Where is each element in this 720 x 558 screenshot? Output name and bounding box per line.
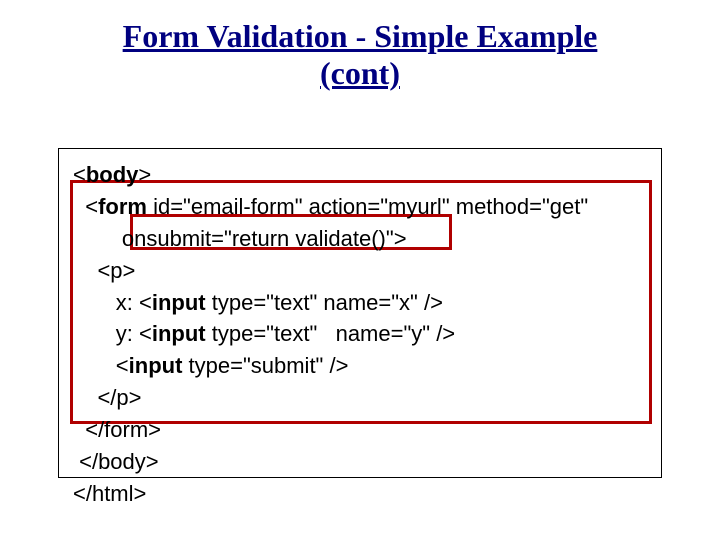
code-l9: </form>	[73, 417, 161, 442]
code-l1b: body	[86, 162, 139, 187]
slide-title: Form Validation - Simple Example (cont)	[0, 18, 720, 92]
code-l10: </body>	[73, 449, 159, 474]
code-l11: </html>	[73, 481, 146, 506]
code-l7b: input	[129, 353, 183, 378]
code-l6b: input	[152, 321, 206, 346]
code-l5a: x: <	[73, 290, 152, 315]
code-l2b: form	[98, 194, 147, 219]
code-listing: <body> <form id="email-form" action="myu…	[73, 159, 647, 510]
code-l2a: <	[73, 194, 98, 219]
code-l5c: type="text" name="x" />	[206, 290, 443, 315]
code-l2c: id="email-form" action="myurl" method="g…	[147, 194, 588, 219]
title-line-2: (cont)	[320, 55, 400, 91]
title-line-1: Form Validation - Simple Example	[123, 18, 598, 54]
code-box: <body> <form id="email-form" action="myu…	[58, 148, 662, 478]
code-l4: <p>	[73, 258, 135, 283]
code-l5b: input	[152, 290, 206, 315]
code-l1a: <	[73, 162, 86, 187]
code-l6c: type="text" name="y" />	[206, 321, 456, 346]
code-l7c: type="submit" />	[182, 353, 348, 378]
code-l3: onsubmit="return validate()">	[73, 226, 407, 251]
code-l1c: >	[138, 162, 151, 187]
code-l8: </p>	[73, 385, 142, 410]
code-l7a: <	[73, 353, 129, 378]
code-l6a: y: <	[73, 321, 152, 346]
